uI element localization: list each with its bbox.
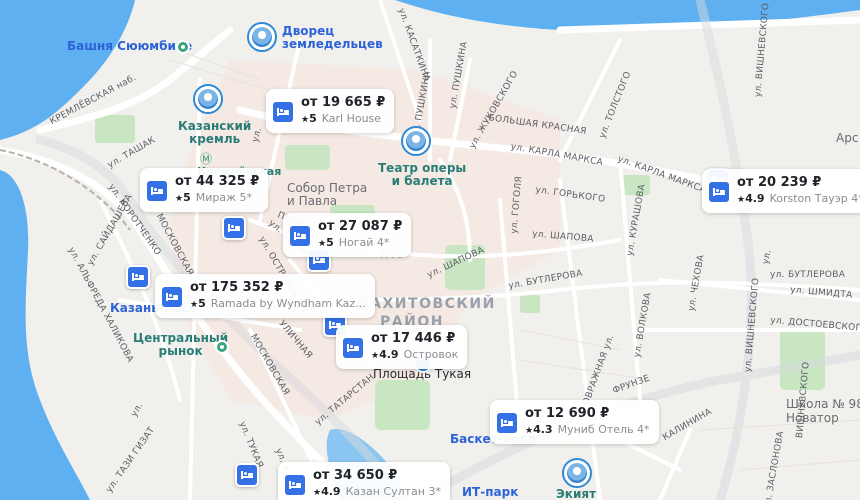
hotel-pin[interactable]: [126, 265, 150, 289]
hotel-pin-icon: [271, 100, 295, 124]
hotel-price: от 175 352 ₽: [190, 280, 284, 295]
hotel-pin-icon: [341, 336, 365, 360]
hotel-meta: ★4.9 Казан Султан 3*: [313, 485, 441, 498]
hotel-card[interactable]: от 44 325 ₽ ★5 Мираж 5*: [140, 168, 269, 212]
poi-school[interactable]: Школа № 98: [786, 398, 860, 411]
poi-theatre[interactable]: Театр оперы и балета: [378, 162, 466, 188]
hotel-price: от 34 650 ₽: [313, 468, 398, 483]
star-icon: ★: [318, 239, 327, 249]
hotel-price: от 12 690 ₽: [525, 406, 610, 421]
star-icon: ★: [371, 351, 380, 361]
poi-itpark[interactable]: ИТ-парк: [462, 486, 518, 499]
poi-ekiat[interactable]: Экият: [556, 488, 596, 500]
poi-suyumbike[interactable]: Башня Сююмбике: [67, 40, 192, 53]
bed-icon: [241, 471, 253, 479]
theatre-emblem-icon[interactable]: [401, 126, 431, 156]
hotel-price: от 44 325 ₽: [175, 174, 260, 189]
hotel-price: от 17 446 ₽: [371, 331, 456, 346]
hotel-card[interactable]: от 19 665 ₽ ★5 Karl House: [266, 89, 395, 133]
bed-icon: [313, 256, 325, 264]
hotel-meta: ★4.9 Korston Тауэр 4*: [737, 192, 860, 205]
star-icon: ★: [525, 426, 534, 436]
hotel-card[interactable]: от 20 239 ₽ ★4.9 Korston Тауэр 4*: [702, 169, 860, 213]
hotel-card[interactable]: от 27 087 ₽ ★5 Ногай 4*: [283, 213, 412, 257]
hotel-meta: ★5 Мираж 5*: [175, 191, 253, 204]
hotel-card[interactable]: от 175 352 ₽ ★5 Ramada by Wyndham Kaz...: [155, 274, 375, 318]
hotel-pin-icon: [145, 179, 169, 203]
map-view[interactable]: КРЕМЛЁВСКАЯ наб. ул. ТАШАК ул. САЙДАШЕВА…: [0, 0, 860, 500]
ekiat-emblem-icon[interactable]: [562, 458, 592, 488]
dvorets-emblem-icon[interactable]: [247, 22, 277, 52]
poi-icon: [215, 340, 229, 354]
hotel-pin-icon: [707, 180, 731, 204]
bed-icon: [132, 273, 144, 281]
hotel-pin-icon: [160, 285, 184, 309]
star-icon: ★: [190, 300, 199, 310]
hotel-pin-icon: [288, 224, 312, 248]
hotel-pin-icon: [283, 473, 307, 497]
hotel-pin-icon: [495, 411, 519, 435]
poi-ars[interactable]: Арс: [836, 132, 858, 145]
hotel-meta: ★5 Ногай 4*: [318, 236, 390, 249]
bed-icon: [228, 224, 240, 232]
hotel-card[interactable]: от 34 650 ₽ ★4.9 Казан Султан 3*: [278, 462, 450, 500]
hotel-meta: ★5 Ramada by Wyndham Kaz...: [190, 297, 366, 310]
poi-sobor[interactable]: Собор Петра и Павла: [287, 182, 367, 208]
poi-market[interactable]: Центральный рынок: [133, 332, 228, 358]
hotel-price: от 19 665 ₽: [301, 95, 386, 110]
hotel-pin[interactable]: [235, 463, 259, 487]
poi-novator[interactable]: Новатор: [786, 412, 839, 425]
hotel-price: от 20 239 ₽: [737, 175, 822, 190]
star-icon: ★: [737, 195, 746, 205]
hotel-pin[interactable]: [222, 216, 246, 240]
hotel-meta: ★4.3 Муниб Отель 4*: [525, 423, 650, 436]
hotel-meta: ★5 Karl House: [301, 112, 382, 125]
hotel-meta: ★4.9 Островок: [371, 348, 459, 361]
star-icon: ★: [313, 488, 322, 498]
poi-kremlin[interactable]: Казанский кремль: [178, 120, 251, 146]
star-icon: ★: [301, 115, 310, 125]
poi-dvorets[interactable]: Дворец земледельцев: [282, 25, 383, 51]
star-icon: ★: [175, 194, 184, 204]
hotel-card[interactable]: от 17 446 ₽ ★4.9 Островок: [336, 325, 468, 369]
poi-icon: [176, 40, 190, 54]
hotel-card[interactable]: от 12 690 ₽ ★4.3 Муниб Отель 4*: [490, 400, 659, 444]
hotel-price: от 27 087 ₽: [318, 219, 403, 234]
street-label: ул. БУТЛЕРОВА: [770, 270, 846, 280]
kremlin-emblem-icon[interactable]: [193, 84, 223, 114]
district-label: ВАХИТОВСКИЙ: [358, 296, 496, 312]
